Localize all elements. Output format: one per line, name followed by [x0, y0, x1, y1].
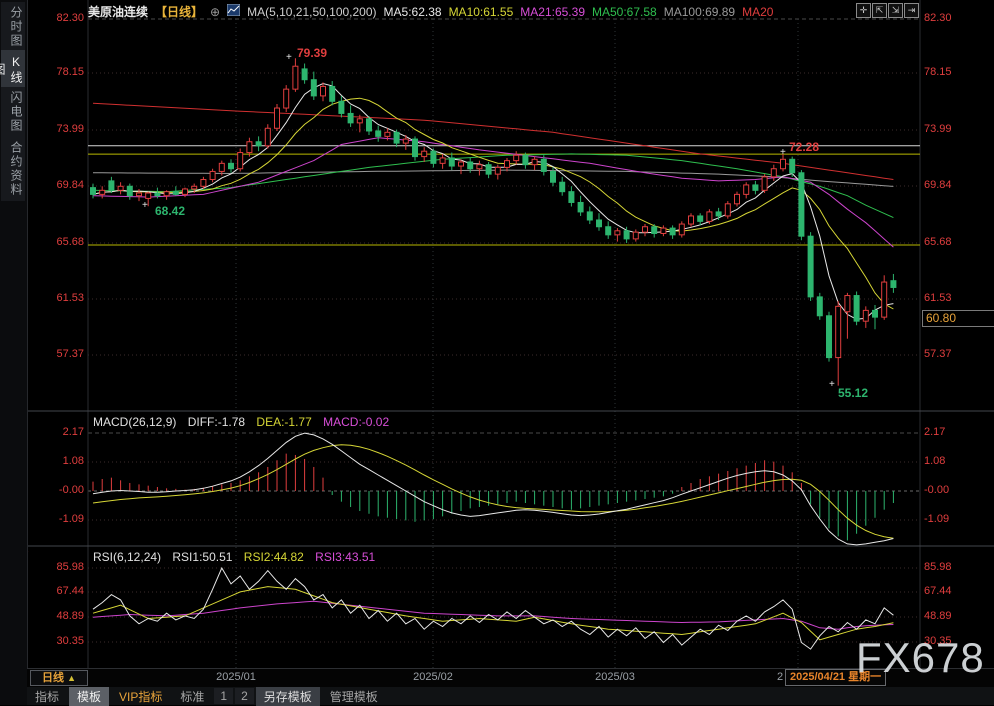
ma-value-label: MA100:69.89: [664, 5, 735, 19]
price-axis-label-right: 73.99: [924, 123, 970, 135]
macd-axis-label-right: 1.08: [924, 455, 970, 467]
ma-value-label: MA21:65.39: [520, 5, 585, 19]
last-price-badge: 60.80: [922, 310, 994, 327]
window-tool-icons: ✛⇱⇲⇥: [856, 3, 920, 18]
bottom-toolbar: 指标模板VIP指标标准12另存模板管理模板: [27, 687, 994, 705]
window-tool-icon-3[interactable]: ⇲: [888, 3, 903, 18]
rsi-axis-label-left: 48.89: [38, 610, 84, 622]
toolbar-item-7[interactable]: 另存模板: [256, 687, 320, 706]
macd-axis-label-left: -0.00: [38, 484, 84, 496]
window-tool-icon-4[interactable]: ⇥: [904, 3, 919, 18]
macd-diff-value: DIFF:-1.78: [188, 415, 245, 429]
ma-group-label: MA(5,10,21,50,100,200): [247, 5, 376, 19]
date-axis: 日线 ▲ 2 2025/04/21 星期一 2025/012025/022025…: [27, 668, 994, 688]
sidebar-tab-2[interactable]: K线图: [1, 50, 25, 89]
rsi2-value: RSI2:44.82: [244, 550, 304, 564]
chart-canvas: [0, 0, 994, 705]
macd-axis-label-left: 1.08: [38, 455, 84, 467]
window-tool-icon-2[interactable]: ⇱: [872, 3, 887, 18]
symbol-title: 美原油连续: [88, 3, 148, 20]
peak-high-label: 79.39: [297, 46, 327, 60]
rsi-axis-label-right: 48.89: [924, 610, 970, 622]
price-axis-label-left: 57.37: [38, 348, 84, 360]
price-axis-label-right: 78.15: [924, 66, 970, 78]
price-axis-label-left: 61.53: [38, 292, 84, 304]
macd-plot: [93, 433, 893, 545]
rsi3-value: RSI3:43.51: [315, 550, 375, 564]
price-axis-label-left: 73.99: [38, 123, 84, 135]
rsi-title: RSI(6,12,24): [93, 550, 161, 564]
rsi-plot: [93, 568, 893, 649]
swing-high-label: 72.28: [789, 140, 819, 154]
sidebar-tab-3[interactable]: 闪电图: [1, 87, 25, 137]
rsi-axis-label-left: 30.35: [38, 635, 84, 647]
period-tag: 【日线】: [155, 3, 203, 20]
rsi1-value: RSI1:50.51: [172, 550, 232, 564]
price-axis-label-right: 82.30: [924, 12, 970, 24]
rsi-axis-label-left: 85.98: [38, 561, 84, 573]
macd-axis-label-right: -0.00: [924, 484, 970, 496]
macd-dea-value: DEA:-1.77: [256, 415, 311, 429]
macd-value: MACD:-0.02: [323, 415, 389, 429]
toolbar-item-4[interactable]: 标准: [172, 687, 212, 706]
price-axis-label-left: 78.15: [38, 66, 84, 78]
date-label: 2025/02: [413, 671, 453, 683]
toolbar-item-3[interactable]: VIP指标: [111, 687, 170, 706]
toolbar-item-5[interactable]: 1: [214, 688, 233, 704]
macd-title: MACD(26,12,9): [93, 415, 176, 429]
period-selector-label: 日线: [42, 672, 64, 684]
price-axis-label-left: 69.84: [38, 179, 84, 191]
ma-value-label: MA20: [742, 5, 773, 19]
watermark: FX678: [856, 634, 985, 682]
period-selector-arrow-icon: ▲: [67, 673, 76, 683]
date-label-partial: 2: [777, 671, 783, 683]
crash-low-label: 55.12: [838, 386, 868, 400]
rsi-axis-label-right: 85.98: [924, 561, 970, 573]
price-axis-label-left: 65.68: [38, 236, 84, 248]
rsi-axis-label-right: 67.44: [924, 585, 970, 597]
sidebar: 分时图K线图闪电图合约资料: [0, 0, 28, 705]
ma-value-label: MA5:62.38: [384, 5, 442, 19]
price-axis-label-right: 61.53: [924, 292, 970, 304]
ma-values: MA5:62.38 MA10:61.55 MA21:65.39 MA50:67.58 M…: [384, 5, 781, 19]
macd-axis-label-left: -1.09: [38, 513, 84, 525]
mini-chart-icon[interactable]: [227, 4, 240, 19]
peak-high-marker: +: [286, 52, 292, 63]
toolbar-item-6[interactable]: 2: [235, 688, 254, 704]
ma-value-label: MA50:67.58: [592, 5, 657, 19]
rsi-label-row: RSI(6,12,24) RSI1:50.51 RSI2:44.82 RSI3:…: [93, 550, 383, 564]
early-low-label: 68.42: [155, 204, 185, 218]
period-selector-button[interactable]: 日线 ▲: [30, 670, 88, 686]
gridlines: [27, 0, 994, 686]
date-label: 2025/03: [595, 671, 635, 683]
toolbar-item-8[interactable]: 管理模板: [322, 687, 386, 706]
chart-header: 美原油连续 【日线】 ⊕ MA(5,10,21,50,100,200) MA5:…: [88, 3, 787, 20]
price-axis-label-left: 82.30: [38, 12, 84, 24]
macd-label-row: MACD(26,12,9) DIFF:-1.78 DEA:-1.77 MACD:…: [93, 415, 397, 429]
crash-low-marker: +: [829, 379, 835, 390]
price-axis-label-right: 65.68: [924, 236, 970, 248]
macd-axis-label-right: 2.17: [924, 426, 970, 438]
sidebar-tab-4[interactable]: 合约资料: [1, 137, 25, 201]
add-indicator-icon[interactable]: ⊕: [210, 5, 220, 19]
ma-value-label: MA10:61.55: [449, 5, 514, 19]
toolbar-item-1[interactable]: 指标: [27, 687, 67, 706]
early-low-marker: +: [142, 200, 148, 211]
swing-high-marker: +: [780, 147, 786, 158]
moving-average-lines: [93, 84, 893, 320]
toolbar-item-2[interactable]: 模板: [69, 687, 109, 706]
date-label: 2025/01: [216, 671, 256, 683]
candlesticks: [91, 58, 896, 385]
price-axis-label-right: 57.37: [924, 348, 970, 360]
window-tool-icon-1[interactable]: ✛: [856, 3, 871, 18]
rsi-axis-label-left: 67.44: [38, 585, 84, 597]
sidebar-tab-1[interactable]: 分时图: [1, 2, 25, 52]
macd-axis-label-left: 2.17: [38, 426, 84, 438]
price-axis-label-right: 69.84: [924, 179, 970, 191]
macd-axis-label-right: -1.09: [924, 513, 970, 525]
